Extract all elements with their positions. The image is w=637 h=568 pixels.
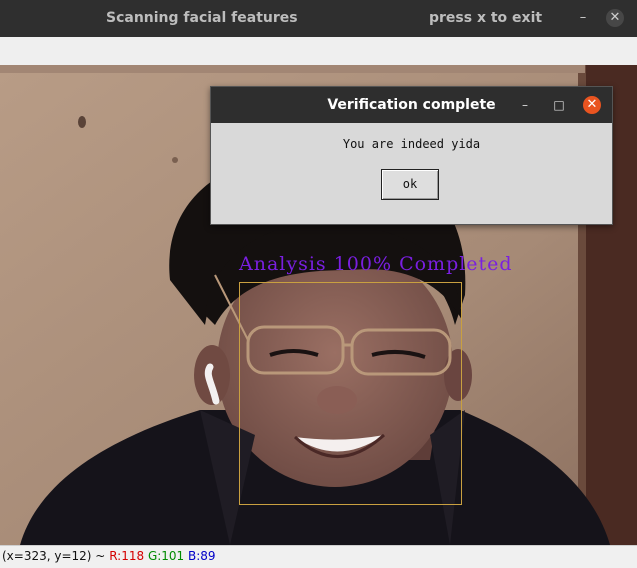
dialog-close-icon[interactable]: ✕ (583, 96, 601, 114)
window-title: Scanning facial features (106, 10, 298, 26)
red-value: R:118 (109, 549, 145, 563)
toolbar (0, 37, 637, 66)
exit-hint: press x to exit (429, 10, 543, 26)
ok-button[interactable]: ok (381, 169, 439, 200)
status-bar: (x=323, y=12) ~ R:118 G:101 B:89 (0, 545, 637, 568)
dialog-message: You are indeed yida (342, 137, 481, 151)
window-titlebar: Scanning facial features press x to exit… (0, 0, 637, 37)
dialog-title: Verification complete (327, 97, 496, 113)
analysis-label: Analysis 100% Completed (239, 253, 513, 275)
blue-value: B:89 (188, 549, 216, 563)
dialog-minimize-icon[interactable]: – (516, 96, 534, 114)
dialog-maximize-icon[interactable]: □ (550, 96, 568, 114)
close-icon[interactable]: ✕ (606, 9, 624, 27)
green-value: G:101 (147, 549, 185, 563)
face-detection-box (239, 282, 462, 505)
minimize-icon[interactable]: – (574, 9, 592, 27)
cursor-coords: (x=323, y=12) ~ (2, 549, 106, 563)
verification-dialog: Verification complete – □ ✕ You are inde… (210, 86, 613, 225)
